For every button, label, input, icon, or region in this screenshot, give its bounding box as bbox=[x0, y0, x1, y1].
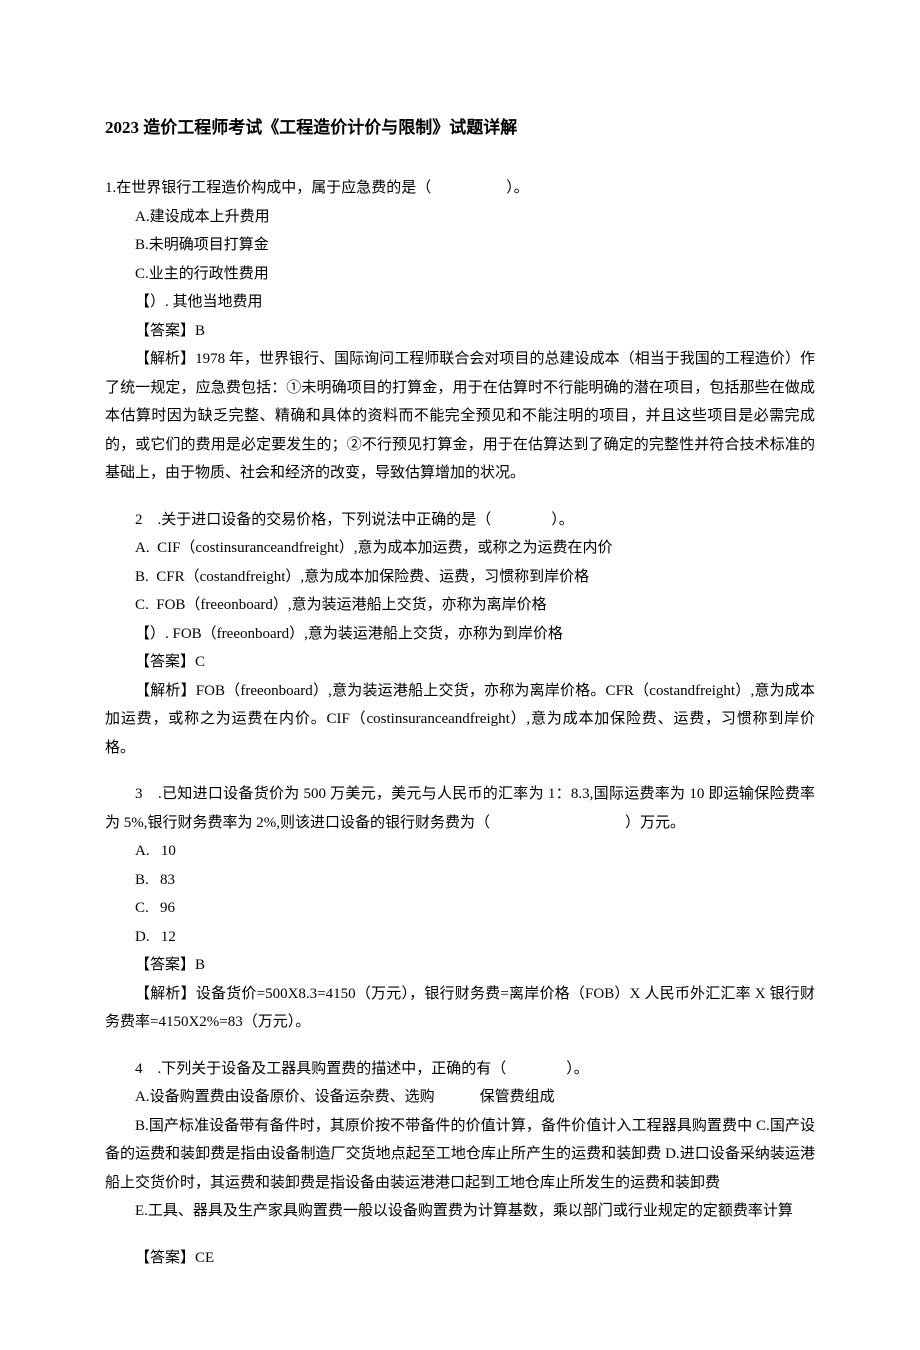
question-4: 4 .下列关于设备及工器具购置费的描述中，正确的有（ ）。 A.设备购置费由设备… bbox=[105, 1055, 815, 1273]
option-d: 【）. 其他当地费用 bbox=[105, 288, 815, 317]
option-e: E.工具、器具及生产家具购置费一般以设备购置费为计算基数，乘以部门或行业规定的定… bbox=[105, 1197, 815, 1226]
question-stem: 1.在世界银行工程造价构成中，属于应急费的是（ ）。 bbox=[105, 174, 815, 203]
question-2: 2 .关于进口设备的交易价格，下列说法中正确的是（ ）。 A. CIF（cost… bbox=[105, 506, 815, 763]
option-a: A.设备购置费由设备原价、设备运杂费、选购 保管费组成 bbox=[105, 1083, 815, 1112]
option-bcd: B.国产标准设备带有备件时，其原价按不带备件的价值计算，备件价值计入工程器具购置… bbox=[105, 1112, 815, 1198]
question-stem: 4 .下列关于设备及工器具购置费的描述中，正确的有（ ）。 bbox=[105, 1055, 815, 1084]
question-1: 1.在世界银行工程造价构成中，属于应急费的是（ ）。 A.建设成本上升费用 B.… bbox=[105, 174, 815, 488]
option-c: C. 96 bbox=[105, 894, 815, 923]
answer-label: 【答案】CE bbox=[105, 1244, 815, 1273]
option-a: A. CIF（costinsuranceandfreight）,意为成本加运费，… bbox=[105, 534, 815, 563]
answer-label: 【答案】C bbox=[105, 648, 815, 677]
option-b: B. CFR（costandfreight）,意为成本加保险费、运费，习惯称到岸… bbox=[105, 563, 815, 592]
page-container: 2023 造价工程师考试《工程造价计价与限制》试题详解 1.在世界银行工程造价构… bbox=[0, 0, 920, 1350]
option-b: B. 83 bbox=[105, 866, 815, 895]
question-stem: 2 .关于进口设备的交易价格，下列说法中正确的是（ ）。 bbox=[105, 506, 815, 535]
option-d: D. 12 bbox=[105, 923, 815, 952]
question-3: 3 .已知进口设备货价为 500 万美元，美元与人民币的汇率为 1：8.3,国际… bbox=[105, 780, 815, 1037]
question-stem: 3 .已知进口设备货价为 500 万美元，美元与人民币的汇率为 1：8.3,国际… bbox=[105, 780, 815, 837]
option-b: B.未明确项目打算金 bbox=[105, 231, 815, 260]
answer-label: 【答案】B bbox=[105, 317, 815, 346]
option-a: A.建设成本上升费用 bbox=[105, 203, 815, 232]
option-c: C.业主的行政性费用 bbox=[105, 260, 815, 289]
answer-label: 【答案】B bbox=[105, 951, 815, 980]
explanation: 【解析】1978 年，世界银行、国际询问工程师联合会对项目的总建设成本（相当于我… bbox=[105, 345, 815, 488]
explanation: 【解析】设备货价=500X8.3=4150（万元），银行财务费=离岸价格（FOB… bbox=[105, 980, 815, 1037]
explanation: 【解析】FOB（freeonboard）,意为装运港船上交货，亦称为离岸价格。C… bbox=[105, 677, 815, 763]
blank-line bbox=[105, 1226, 815, 1244]
document-title: 2023 造价工程师考试《工程造价计价与限制》试题详解 bbox=[105, 112, 815, 144]
option-c: C. FOB（freeonboard）,意为装运港船上交货，亦称为离岸价格 bbox=[105, 591, 815, 620]
option-a: A. 10 bbox=[105, 837, 815, 866]
option-d: 【）. FOB（freeonboard）,意为装运港船上交货，亦称为到岸价格 bbox=[105, 620, 815, 649]
